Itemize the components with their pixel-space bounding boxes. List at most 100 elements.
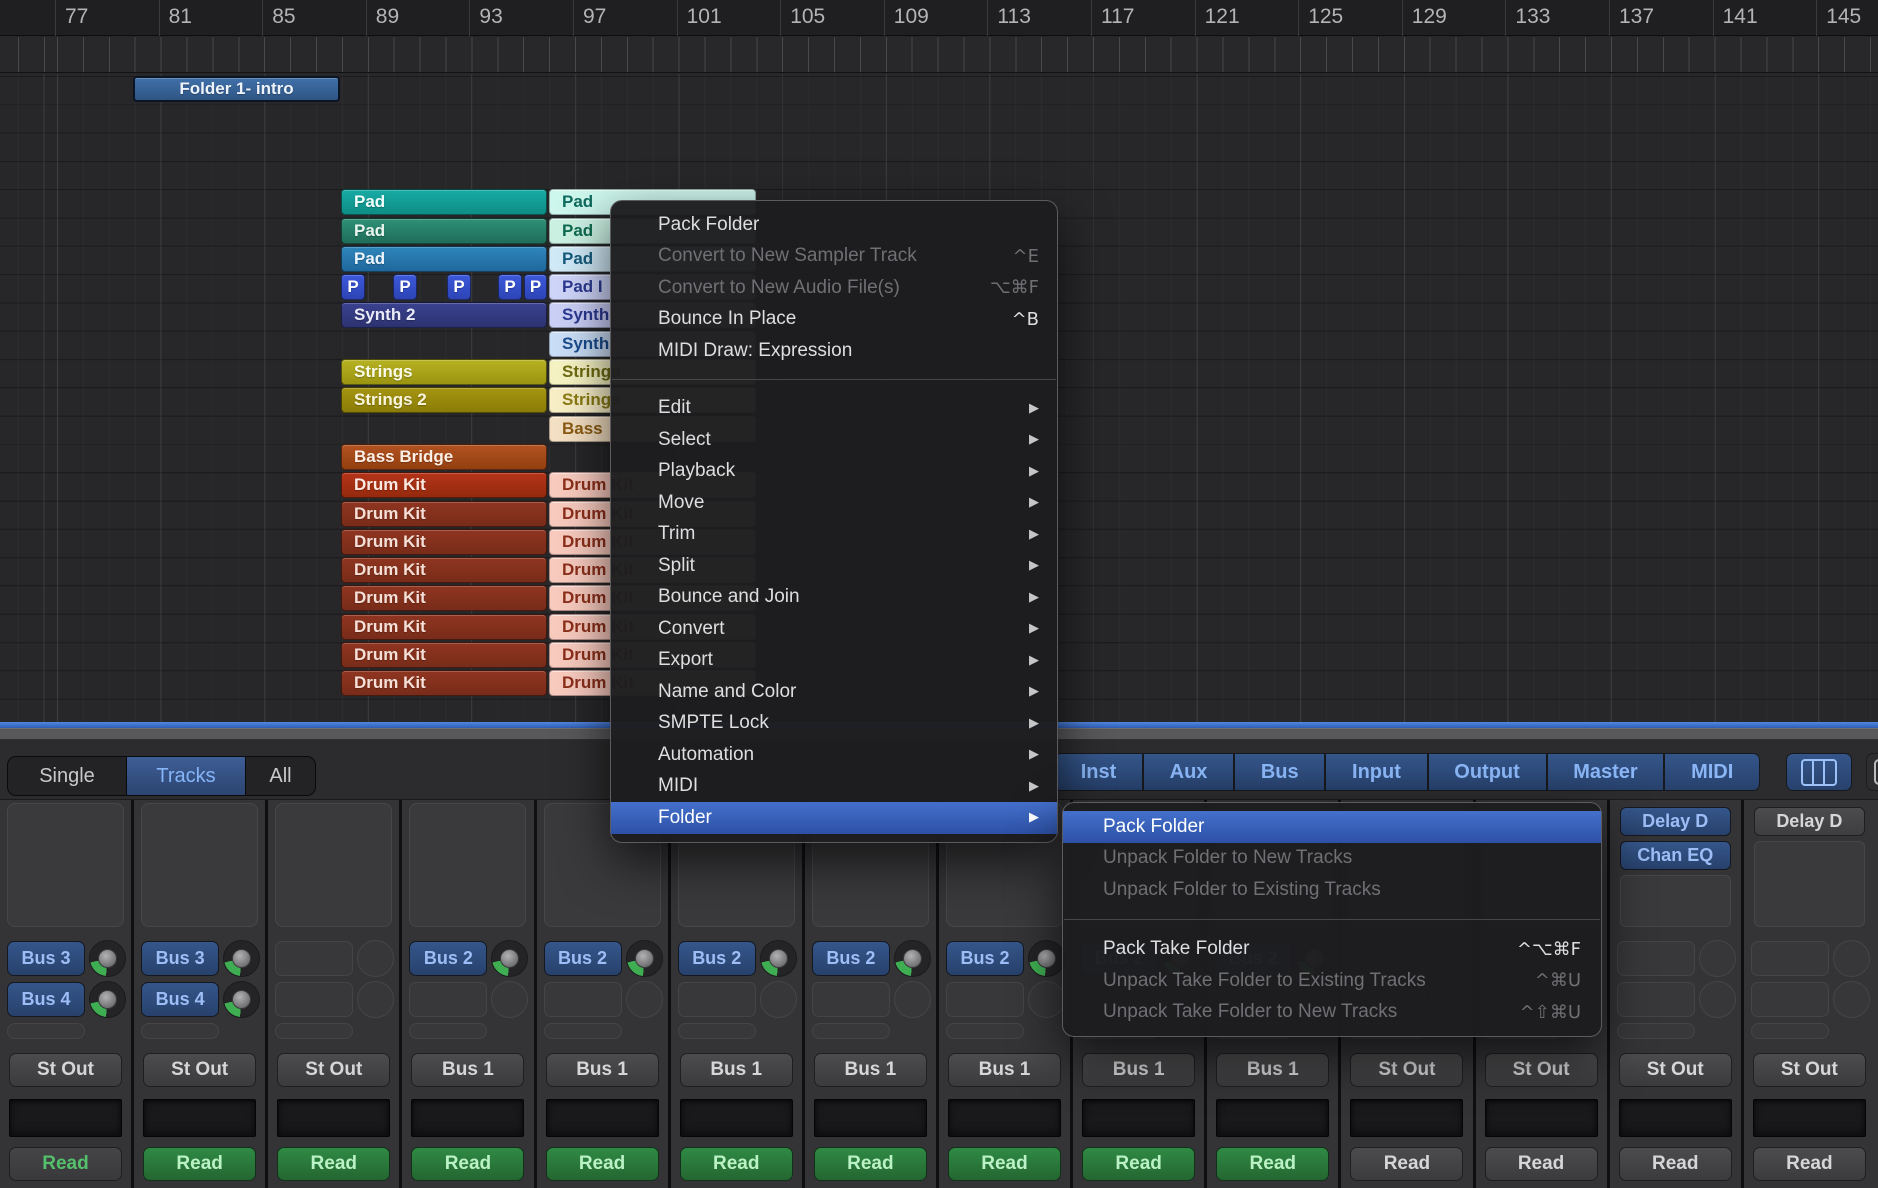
output-button[interactable]: St Out bbox=[1485, 1053, 1598, 1087]
group-slot[interactable] bbox=[680, 1099, 793, 1137]
menu-item-convert-to-new-audio-file-s[interactable]: Convert to New Audio File(s)⌥⌘F bbox=[611, 272, 1057, 304]
insert-slot-empty[interactable] bbox=[1754, 841, 1865, 927]
output-button[interactable]: St Out bbox=[1619, 1053, 1732, 1087]
send-mini-slot[interactable] bbox=[275, 1023, 353, 1039]
send-slot-empty[interactable] bbox=[678, 982, 756, 1017]
region-folder-1-intro[interactable]: Folder 1- intro bbox=[133, 76, 340, 102]
group-slot[interactable] bbox=[814, 1099, 927, 1137]
output-button[interactable]: St Out bbox=[9, 1053, 122, 1087]
group-slot[interactable] bbox=[1485, 1099, 1598, 1137]
region-p[interactable]: P bbox=[498, 274, 522, 300]
region-p[interactable]: P bbox=[341, 274, 365, 300]
region-drum-kit[interactable]: Drum Kit bbox=[341, 501, 547, 527]
send-mini-slot[interactable] bbox=[1751, 1023, 1829, 1039]
menu-item-folder[interactable]: Folder▶ bbox=[611, 802, 1057, 834]
menu-item-unpack-take-folder-to-new-tracks[interactable]: Unpack Take Folder to New Tracks^⇧⌘U bbox=[1063, 997, 1601, 1029]
send-slot-button[interactable]: Bus 2 bbox=[812, 941, 890, 976]
region-drum-kit[interactable]: Drum Kit bbox=[341, 557, 547, 583]
filter-tab-input[interactable]: Input bbox=[1324, 754, 1426, 790]
filter-tab-bus[interactable]: Bus bbox=[1233, 754, 1324, 790]
send-slot-empty[interactable] bbox=[409, 982, 487, 1017]
send-mini-slot[interactable] bbox=[544, 1023, 622, 1039]
menu-item-edit[interactable]: Edit▶ bbox=[611, 393, 1057, 425]
filter-tab-inst[interactable]: Inst bbox=[1055, 754, 1142, 790]
send-mini-slot[interactable] bbox=[409, 1023, 487, 1039]
automation-read-button[interactable]: Read bbox=[1753, 1147, 1866, 1181]
output-button[interactable]: Bus 1 bbox=[1082, 1053, 1195, 1087]
region-synth-2[interactable]: Synth 2 bbox=[341, 302, 547, 328]
output-button[interactable]: St Out bbox=[277, 1053, 390, 1087]
send-slot-empty[interactable] bbox=[946, 982, 1024, 1017]
region-drum-kit[interactable]: Drum Kit bbox=[341, 529, 547, 555]
send-slot-empty[interactable] bbox=[1617, 982, 1695, 1017]
send-slot-empty[interactable] bbox=[1751, 982, 1829, 1017]
menu-item-split[interactable]: Split▶ bbox=[611, 550, 1057, 582]
send-level-knob[interactable] bbox=[223, 981, 260, 1018]
automation-read-button[interactable]: Read bbox=[680, 1147, 793, 1181]
menu-item-unpack-take-folder-to-existing-tracks[interactable]: Unpack Take Folder to Existing Tracks^⌘U bbox=[1063, 965, 1601, 997]
filter-tab-midi[interactable]: MIDI bbox=[1663, 754, 1759, 790]
automation-read-button[interactable]: Read bbox=[411, 1147, 524, 1181]
menu-item-automation[interactable]: Automation▶ bbox=[611, 739, 1057, 771]
send-mini-slot[interactable] bbox=[812, 1023, 890, 1039]
group-slot[interactable] bbox=[9, 1099, 122, 1137]
output-button[interactable]: St Out bbox=[1350, 1053, 1463, 1087]
insert-slot-empty[interactable] bbox=[141, 803, 258, 927]
menu-item-midi-draw-expression[interactable]: MIDI Draw: Expression bbox=[611, 335, 1057, 367]
output-button[interactable]: Bus 1 bbox=[680, 1053, 793, 1087]
group-slot[interactable] bbox=[1216, 1099, 1329, 1137]
menu-item-bounce-in-place[interactable]: Bounce In Place^B bbox=[611, 304, 1057, 336]
menu-item-select[interactable]: Select▶ bbox=[611, 424, 1057, 456]
send-level-knob[interactable] bbox=[1028, 940, 1065, 977]
send-slot-button[interactable]: Bus 2 bbox=[544, 941, 622, 976]
filter-tab-single[interactable]: Single bbox=[8, 757, 127, 795]
send-slot-button[interactable]: Bus 2 bbox=[409, 941, 487, 976]
send-level-knob[interactable] bbox=[223, 940, 260, 977]
filter-tab-tracks[interactable]: Tracks bbox=[127, 757, 246, 795]
region-drum-kit[interactable]: Drum Kit bbox=[341, 472, 547, 498]
menu-item-unpack-folder-to-new-tracks[interactable]: Unpack Folder to New Tracks bbox=[1063, 843, 1601, 875]
region-strings-2[interactable]: Strings 2 bbox=[341, 387, 547, 413]
send-slot-empty[interactable] bbox=[275, 941, 353, 976]
group-slot[interactable] bbox=[1082, 1099, 1195, 1137]
insert-slot-empty[interactable] bbox=[7, 803, 124, 927]
send-slot-empty[interactable] bbox=[1751, 941, 1829, 976]
region-bass-bridge[interactable]: Bass Bridge bbox=[341, 444, 547, 470]
automation-read-button[interactable]: Read bbox=[1485, 1147, 1598, 1181]
menu-item-pack-take-folder[interactable]: Pack Take Folder^⌥⌘F bbox=[1063, 934, 1601, 966]
automation-read-button[interactable]: Read bbox=[1216, 1147, 1329, 1181]
output-button[interactable]: St Out bbox=[143, 1053, 256, 1087]
send-level-knob[interactable] bbox=[89, 981, 126, 1018]
send-slot-button[interactable]: Bus 3 bbox=[141, 941, 219, 976]
send-slot-empty[interactable] bbox=[1617, 941, 1695, 976]
menu-item-pack-folder[interactable]: Pack Folder bbox=[611, 209, 1057, 241]
send-mini-slot[interactable] bbox=[678, 1023, 756, 1039]
region-drum-kit[interactable]: Drum Kit bbox=[341, 642, 547, 668]
send-level-knob[interactable] bbox=[89, 940, 126, 977]
send-slot-empty[interactable] bbox=[275, 982, 353, 1017]
send-slot-empty[interactable] bbox=[812, 982, 890, 1017]
menu-item-bounce-and-join[interactable]: Bounce and Join▶ bbox=[611, 582, 1057, 614]
output-button[interactable]: St Out bbox=[1753, 1053, 1866, 1087]
send-mini-slot[interactable] bbox=[1617, 1023, 1695, 1039]
menu-item-smpte-lock[interactable]: SMPTE Lock▶ bbox=[611, 708, 1057, 740]
menu-item-unpack-folder-to-existing-tracks[interactable]: Unpack Folder to Existing Tracks bbox=[1063, 874, 1601, 906]
send-slot-button[interactable]: Bus 4 bbox=[7, 982, 85, 1017]
filter-tab-aux[interactable]: Aux bbox=[1142, 754, 1233, 790]
automation-read-button[interactable]: Read bbox=[1082, 1147, 1195, 1181]
insert-slot-empty[interactable] bbox=[1620, 875, 1731, 927]
group-slot[interactable] bbox=[411, 1099, 524, 1137]
output-button[interactable]: Bus 1 bbox=[1216, 1053, 1329, 1087]
filter-tab-master[interactable]: Master bbox=[1546, 754, 1664, 790]
output-button[interactable]: Bus 1 bbox=[546, 1053, 659, 1087]
filter-tab-output[interactable]: Output bbox=[1427, 754, 1546, 790]
insert-plugin-button[interactable]: Delay D bbox=[1620, 807, 1731, 836]
region-pad[interactable]: Pad bbox=[341, 189, 547, 215]
automation-read-button[interactable]: Read bbox=[814, 1147, 927, 1181]
menu-item-convert-to-new-sampler-track[interactable]: Convert to New Sampler Track^E bbox=[611, 241, 1057, 273]
send-level-knob[interactable] bbox=[894, 940, 931, 977]
region-drum-kit[interactable]: Drum Kit bbox=[341, 585, 547, 611]
send-slot-button[interactable]: Bus 2 bbox=[678, 941, 756, 976]
menu-item-pack-folder[interactable]: Pack Folder bbox=[1063, 811, 1601, 843]
menu-item-convert[interactable]: Convert▶ bbox=[611, 613, 1057, 645]
